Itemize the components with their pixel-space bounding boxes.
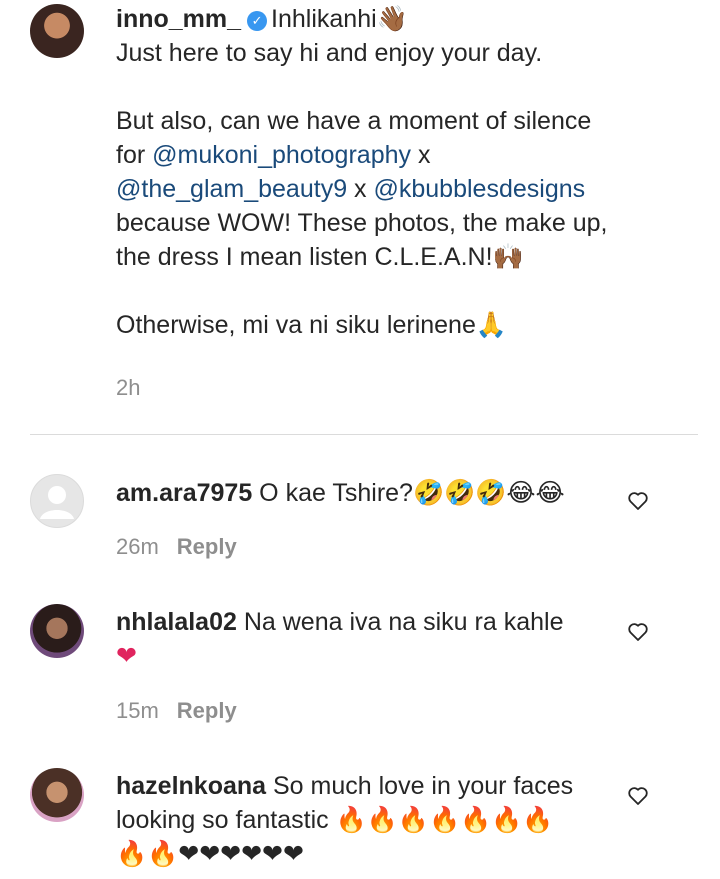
main-comment-meta: 2h	[116, 375, 140, 401]
mention-kbubblesdesigns[interactable]: @kbubblesdesigns	[374, 175, 586, 203]
main-comment-line-1: inno_mm_ ✓ Inhlikanhi👋🏾	[116, 5, 408, 33]
reply-comment-3: hazelnkoana So much love in your faces l…	[116, 769, 573, 871]
username-nhlalala02[interactable]: nhlalala02	[116, 608, 237, 636]
username-hazelnkoana[interactable]: hazelnkoana	[116, 772, 266, 800]
reply-button-2[interactable]: Reply	[177, 698, 237, 723]
main-comment-line-7: the dress I mean listen C.L.E.A.N!🙌🏾	[116, 243, 524, 271]
avatar-inno-mm[interactable]	[30, 4, 84, 58]
reply-comment-1: am.ara7975 O kae Tshire?🤣🤣🤣😂😂	[116, 479, 565, 507]
heart-outline-icon[interactable]	[626, 619, 650, 643]
main-comment-line-8: Otherwise, mi va ni siku lerinene🙏	[116, 311, 507, 339]
reply-2-time: 15m	[116, 698, 159, 723]
reply-1-meta: 26m Reply	[116, 534, 237, 560]
heart-outline-icon[interactable]	[626, 488, 650, 512]
mention-the-glam-beauty9[interactable]: @the_glam_beauty9	[116, 175, 347, 203]
avatar-hazelnkoana[interactable]	[30, 768, 84, 822]
mention-mukoni-photography[interactable]: @mukoni_photography	[152, 141, 411, 169]
main-comment-line-6: because WOW! These photos, the make up,	[116, 209, 608, 237]
reply-button-1[interactable]: Reply	[177, 534, 237, 559]
reply-3-line-3: 🔥🔥❤❤❤❤❤❤	[116, 840, 304, 868]
reply-3-line-2: looking so fantastic 🔥🔥🔥🔥🔥🔥🔥	[116, 806, 554, 834]
reply-1-time: 26m	[116, 534, 159, 559]
reply-comment-2: nhlalala02 Na wena iva na siku ra kahle …	[116, 605, 563, 673]
main-comment-line-3: But also, can we have a moment of silenc…	[116, 107, 592, 135]
username-inno-mm[interactable]: inno_mm_	[116, 5, 241, 33]
avatar-nhlalala02[interactable]	[30, 604, 84, 658]
reply-2-meta: 15m Reply	[116, 698, 237, 724]
main-comment: inno_mm_ ✓ Inhlikanhi👋🏾 Just here to say h…	[116, 2, 607, 342]
main-comment-line-2: Just here to say hi and enjoy your day.	[116, 39, 543, 67]
default-avatar-icon[interactable]	[30, 474, 84, 528]
divider	[30, 434, 698, 435]
reply-2-heart-emoji: ❤	[116, 641, 137, 670]
main-comment-time: 2h	[116, 375, 141, 400]
main-comment-line-5: @the_glam_beauty9 x @kbubblesdesigns	[116, 175, 586, 203]
heart-outline-icon[interactable]	[626, 783, 650, 807]
verified-badge-icon: ✓	[247, 11, 268, 31]
username-am-ara7975[interactable]: am.ara7975	[116, 479, 252, 507]
main-comment-line-4: for @mukoni_photography x	[116, 141, 431, 169]
